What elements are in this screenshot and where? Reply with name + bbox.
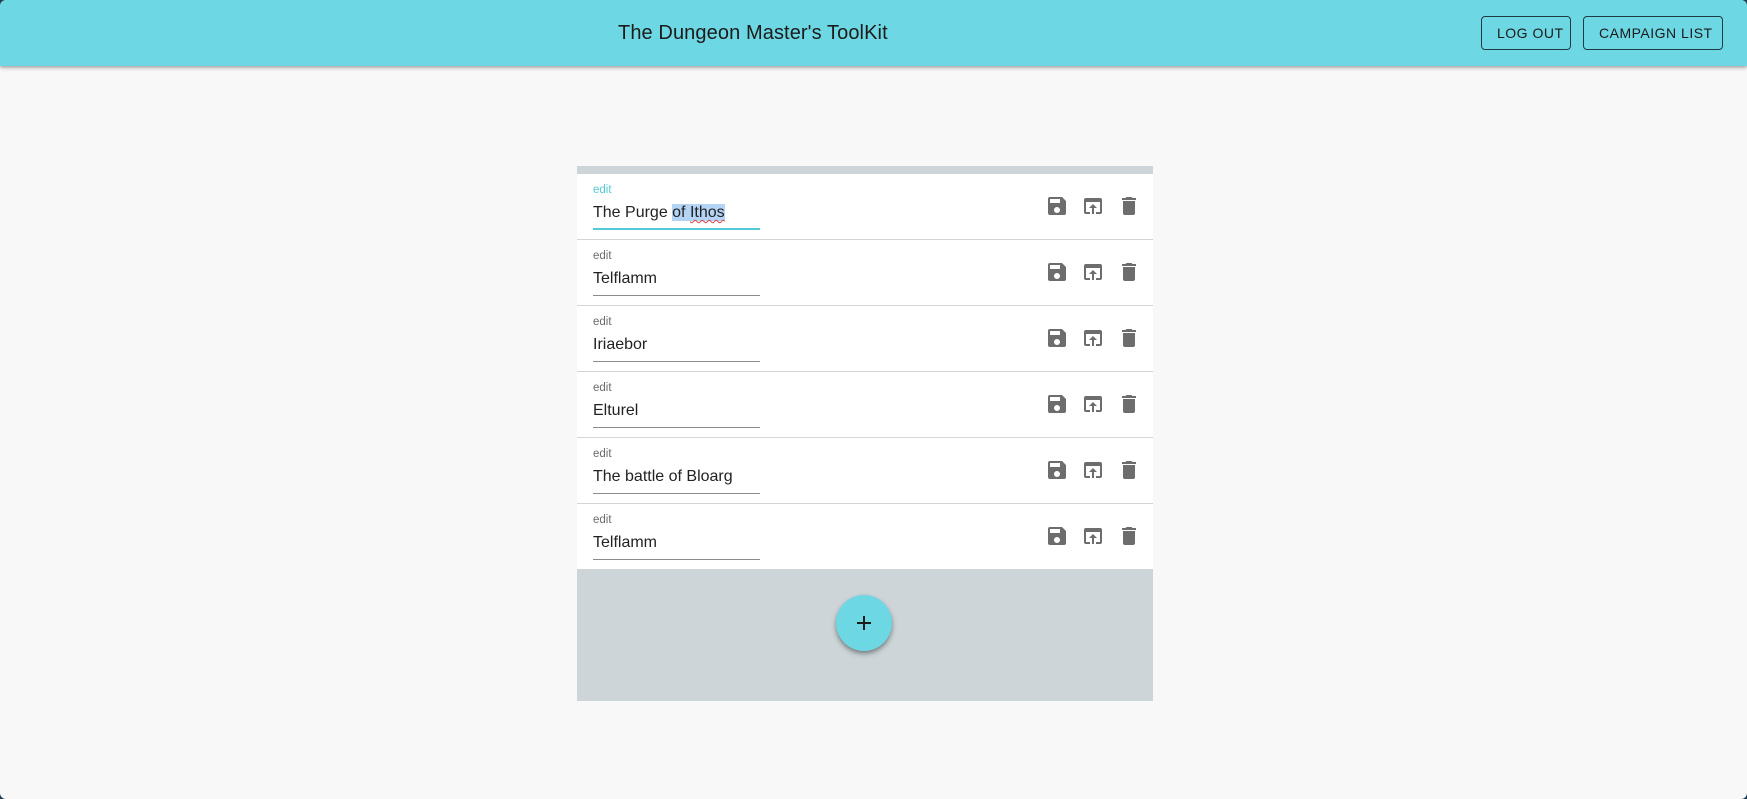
campaign-row: edit Telflamm <box>577 504 1153 569</box>
open-in-browser-icon[interactable] <box>1081 326 1105 350</box>
campaign-name-field: edit Telflamm <box>593 513 760 560</box>
field-label: edit <box>593 382 612 394</box>
input-text: The Purge <box>593 204 673 221</box>
campaign-name-field: edit The Purge of Ithos <box>593 183 760 230</box>
campaign-list-card: edit The Purge of Ithos edit Telflamm ed… <box>577 166 1153 701</box>
campaign-name-input[interactable]: Telflamm <box>593 528 760 560</box>
campaign-name-field: edit The battle of Bloarg <box>593 447 760 494</box>
add-campaign-button[interactable] <box>836 595 892 651</box>
add-icon <box>857 616 871 630</box>
selected-text: of <box>672 204 690 221</box>
field-label: edit <box>593 316 612 328</box>
campaign-row: edit The battle of Bloarg <box>577 438 1153 504</box>
app-title: The Dungeon Master's ToolKit <box>618 22 888 44</box>
delete-icon[interactable] <box>1117 260 1141 284</box>
campaign-row: edit Iriaebor <box>577 306 1153 372</box>
campaign-row: edit The Purge of Ithos <box>577 174 1153 240</box>
campaign-row: edit Telflamm <box>577 240 1153 306</box>
card-top-strip <box>577 166 1153 174</box>
save-icon[interactable] <box>1045 524 1069 548</box>
campaign-list-button[interactable]: CAMPAIGN LIST <box>1583 16 1723 50</box>
row-actions <box>1045 392 1141 416</box>
campaign-name-field: edit Iriaebor <box>593 315 760 362</box>
log-out-button[interactable]: LOG OUT <box>1481 16 1571 50</box>
save-icon[interactable] <box>1045 326 1069 350</box>
campaign-row: edit Elturel <box>577 372 1153 438</box>
open-in-browser-icon[interactable] <box>1081 392 1105 416</box>
save-icon[interactable] <box>1045 392 1069 416</box>
row-actions <box>1045 458 1141 482</box>
save-icon[interactable] <box>1045 260 1069 284</box>
campaign-name-input[interactable]: Iriaebor <box>593 330 760 362</box>
delete-icon[interactable] <box>1117 392 1141 416</box>
open-in-browser-icon[interactable] <box>1081 524 1105 548</box>
delete-icon[interactable] <box>1117 458 1141 482</box>
selected-misspelled-text: Ithos <box>689 204 725 221</box>
delete-icon[interactable] <box>1117 326 1141 350</box>
campaign-name-input[interactable]: Elturel <box>593 396 760 428</box>
campaign-name-input[interactable]: The Purge of Ithos <box>593 198 760 230</box>
delete-icon[interactable] <box>1117 194 1141 218</box>
campaign-name-input[interactable]: The battle of Bloarg <box>593 462 760 494</box>
delete-icon[interactable] <box>1117 524 1141 548</box>
field-label: edit <box>593 250 612 262</box>
field-label: edit <box>593 448 612 460</box>
campaign-name-field: edit Telflamm <box>593 249 760 296</box>
open-in-browser-icon[interactable] <box>1081 194 1105 218</box>
app-window: The Dungeon Master's ToolKit LOG OUT CAM… <box>0 0 1747 799</box>
open-in-browser-icon[interactable] <box>1081 458 1105 482</box>
row-actions <box>1045 194 1141 218</box>
save-icon[interactable] <box>1045 458 1069 482</box>
app-bar: The Dungeon Master's ToolKit LOG OUT CAM… <box>0 0 1747 66</box>
campaign-name-input[interactable]: Telflamm <box>593 264 760 296</box>
row-actions <box>1045 260 1141 284</box>
row-actions <box>1045 326 1141 350</box>
campaign-name-field: edit Elturel <box>593 381 760 428</box>
open-in-browser-icon[interactable] <box>1081 260 1105 284</box>
save-icon[interactable] <box>1045 194 1069 218</box>
field-label: edit <box>593 514 612 526</box>
add-campaign-area <box>577 569 1153 700</box>
row-actions <box>1045 524 1141 548</box>
field-label: edit <box>593 184 612 196</box>
